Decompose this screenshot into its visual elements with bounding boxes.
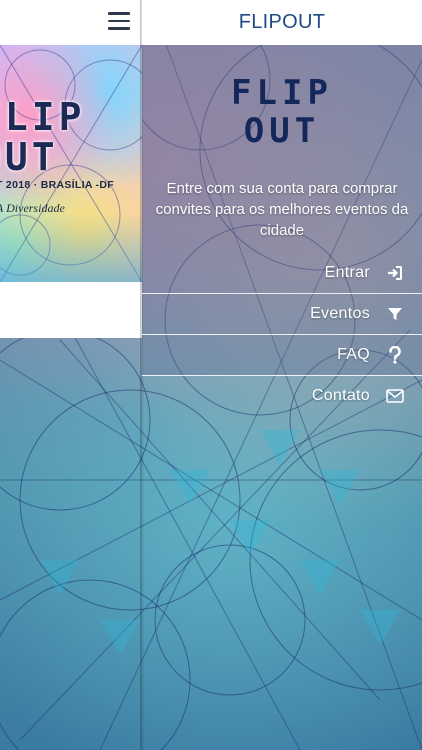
main-content-pane: FLIP OUT T 2018 · BRASÍLIA -DF A Diversi… xyxy=(0,0,142,338)
logo-line2: OUT xyxy=(243,111,321,151)
poster-logo-line2: OUT xyxy=(0,135,59,179)
sign-in-icon xyxy=(386,264,404,282)
filter-icon xyxy=(386,305,404,323)
poster-water-decoration xyxy=(0,212,142,282)
menu-item-eventos[interactable]: Eventos xyxy=(142,294,422,335)
question-icon xyxy=(386,346,404,364)
menu-item-entrar[interactable]: Entrar xyxy=(142,253,422,294)
app-title: FLIPOUT xyxy=(238,11,326,33)
navigation-drawer: FLIPOUT FLIP OUT Entre com sua conta par… xyxy=(142,0,422,750)
menu-item-faq[interactable]: FAQ xyxy=(142,335,422,376)
poster-logo-line1: FLIP xyxy=(0,95,86,139)
flipout-logo: FLIP OUT xyxy=(142,74,422,150)
poster-subtitle: T 2018 · BRASÍLIA -DF xyxy=(0,179,114,191)
event-poster-image[interactable]: FLIP OUT T 2018 · BRASÍLIA -DF A Diversi… xyxy=(0,45,142,282)
drawer-header: FLIPOUT xyxy=(142,0,422,45)
poster-logo: FLIP OUT xyxy=(0,97,128,177)
login-tagline: Entre com sua conta para comprar convite… xyxy=(155,180,409,239)
menu-item-label: Contato xyxy=(311,387,370,404)
drawer-menu: Entrar Eventos FAQ Contato xyxy=(142,253,422,416)
menu-item-label: Eventos xyxy=(310,305,370,322)
envelope-icon xyxy=(386,387,404,405)
logo-line1: FLIP xyxy=(231,73,333,113)
menu-item-label: Entrar xyxy=(324,264,370,281)
hamburger-menu-icon[interactable] xyxy=(108,12,130,32)
poster-caption-area xyxy=(0,282,142,338)
menu-item-contato[interactable]: Contato xyxy=(142,376,422,416)
main-topbar xyxy=(0,0,142,46)
menu-item-label: FAQ xyxy=(337,346,370,363)
